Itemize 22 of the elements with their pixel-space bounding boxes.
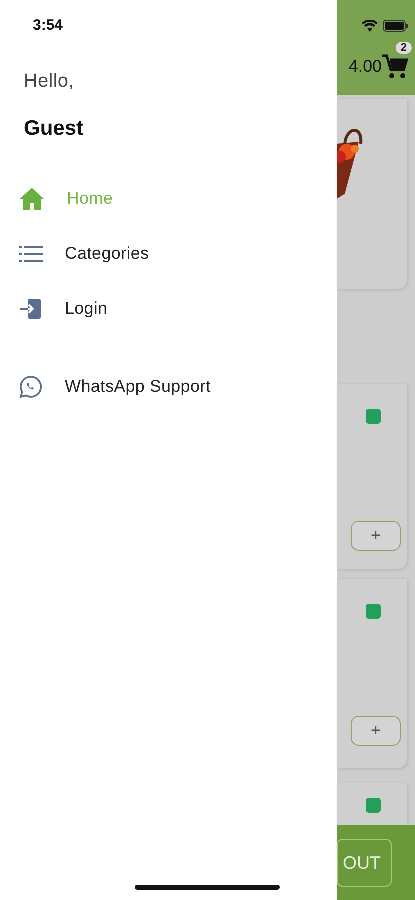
- list-icon: [19, 244, 43, 262]
- menu-item[interactable]: WhatsApp Support: [0, 359, 337, 414]
- menu-item[interactable]: Login: [0, 281, 337, 336]
- veg-indicator-icon: [366, 798, 381, 814]
- greeting: Hello,: [24, 71, 76, 93]
- cart-icon: [382, 54, 408, 80]
- status-time: 3:54: [32, 16, 64, 36]
- cart-total: 4.00: [348, 57, 382, 77]
- add-button[interactable]: +: [351, 520, 401, 551]
- add-button[interactable]: +: [351, 716, 401, 746]
- veg-indicator-icon: [366, 408, 381, 424]
- veg-indicator-icon: [366, 604, 381, 619]
- whatsapp-icon: [19, 374, 43, 398]
- home-icon: [19, 186, 45, 210]
- login-icon: [19, 298, 43, 318]
- checkout-button[interactable]: OUT: [337, 839, 392, 887]
- cart-badge: 2: [396, 42, 412, 54]
- battery-icon: [383, 20, 409, 32]
- wifi-icon: [362, 20, 378, 32]
- user-name: Guest: [24, 117, 85, 141]
- cart-button[interactable]: [382, 54, 410, 80]
- menu-item[interactable]: Categories: [0, 226, 337, 281]
